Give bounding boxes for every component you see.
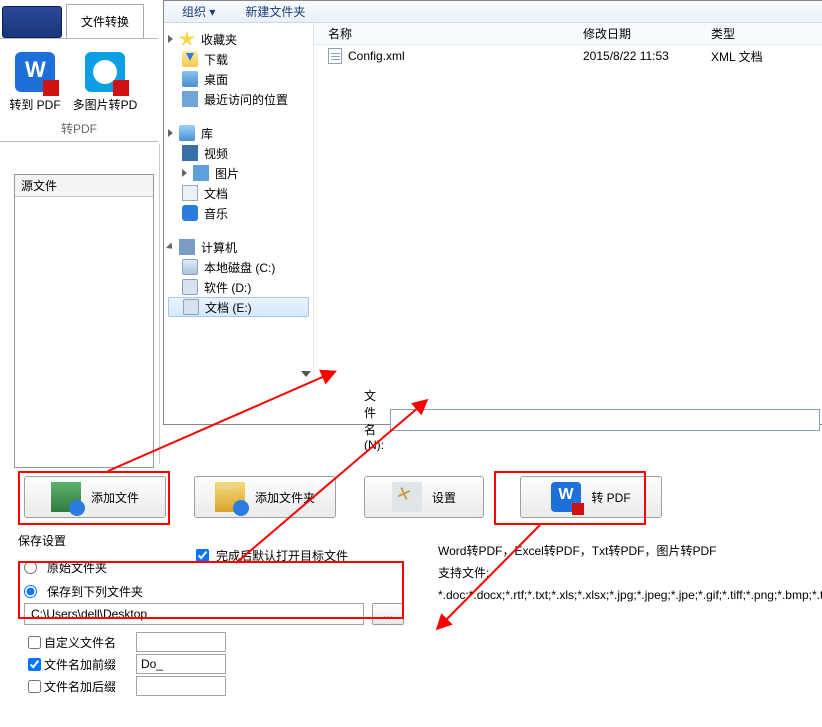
- pdf-badge-icon: [43, 80, 59, 96]
- supported-formats-info: Word转PDF，Excel转PDF，Txt转PDF，图片转PDF 支持文件: …: [438, 540, 818, 606]
- tree-music[interactable]: 音乐: [168, 203, 309, 223]
- add-folder-icon: [215, 482, 245, 512]
- tree-disk-d[interactable]: 软件 (D:): [168, 277, 309, 297]
- info-line: *.doc;*.docx;*.rtf;*.txt;*.xls;*.xlsx;*.…: [438, 584, 818, 606]
- tree-pictures[interactable]: 图片: [168, 163, 309, 183]
- divider: [0, 38, 158, 39]
- checkbox-open-after[interactable]: [196, 549, 209, 562]
- settings-button[interactable]: 设置: [364, 476, 484, 518]
- save-path-input[interactable]: C:\Users\dell\Desktop: [24, 603, 364, 625]
- disk-icon: [182, 279, 198, 295]
- tab-file-convert[interactable]: 文件转换: [66, 4, 144, 38]
- toolbar-new-folder[interactable]: 新建文件夹: [245, 3, 305, 20]
- suffix-input[interactable]: [136, 676, 226, 696]
- add-folder-button[interactable]: 添加文件夹: [194, 476, 336, 518]
- tree-recent[interactable]: 最近访问的位置: [168, 89, 309, 109]
- checkbox-custom-name[interactable]: [28, 636, 41, 649]
- checkbox-suffix[interactable]: [28, 680, 41, 693]
- radio-label: 保存到下列文件夹: [47, 583, 143, 600]
- checkbox-label: 完成后默认打开目标文件: [216, 547, 348, 564]
- desktop-icon: [182, 71, 198, 87]
- pdf-badge-icon: [113, 80, 129, 96]
- library-icon: [179, 125, 195, 141]
- app-menu-button[interactable]: [2, 6, 62, 38]
- checkbox-label: 自定义文件名: [44, 634, 116, 651]
- add-file-button[interactable]: 添加文件: [24, 476, 166, 518]
- col-date[interactable]: 修改日期: [569, 25, 697, 42]
- file-type: XML 文档: [697, 48, 797, 65]
- settings-icon: [392, 482, 422, 512]
- tool-label: 转到 PDF: [0, 96, 70, 113]
- filename-input[interactable]: [390, 409, 820, 431]
- radio-save-to-folder[interactable]: [24, 585, 37, 598]
- folder-tree[interactable]: 收藏夹 下载 桌面 最近访问的位置 库 视频 图片 文档 音乐 计算机 本地磁盘…: [164, 23, 314, 379]
- tree-documents[interactable]: 文档: [168, 183, 309, 203]
- star-icon: [179, 31, 195, 47]
- info-line: Word转PDF，Excel转PDF，Txt转PDF，图片转PDF: [438, 540, 818, 562]
- radio-original-folder[interactable]: [24, 561, 37, 574]
- tree-downloads[interactable]: 下载: [168, 49, 309, 69]
- browse-button[interactable]: ...: [372, 603, 404, 625]
- scroll-down-icon[interactable]: [301, 371, 311, 377]
- checkbox-prefix[interactable]: [28, 658, 41, 671]
- panel-title: 源文件: [15, 175, 153, 197]
- checkbox-label: 文件名加后缀: [44, 678, 116, 695]
- tree-disk-e[interactable]: 文档 (E:): [168, 297, 309, 317]
- tree-desktop[interactable]: 桌面: [168, 69, 309, 89]
- file-row[interactable]: Config.xml 2015/8/22 11:53 XML 文档: [314, 45, 822, 67]
- file-name: Config.xml: [348, 49, 405, 63]
- word-to-pdf-icon: [551, 482, 581, 512]
- recent-icon: [182, 91, 198, 107]
- tree-library[interactable]: 库: [168, 123, 309, 143]
- col-type[interactable]: 类型: [697, 25, 797, 42]
- info-line: 支持文件:: [438, 562, 818, 584]
- picture-icon: [193, 165, 209, 181]
- filename-label: 文件名(N):: [364, 387, 384, 452]
- file-list[interactable]: 名称 修改日期 类型 Config.xml 2015/8/22 11:53 XM…: [314, 23, 822, 379]
- checkbox-label: 文件名加前缀: [44, 656, 116, 673]
- file-date: 2015/8/22 11:53: [569, 49, 697, 63]
- convert-button[interactable]: 转 PDF: [520, 476, 662, 518]
- disk-icon: [183, 299, 199, 315]
- add-file-icon: [51, 482, 81, 512]
- xml-file-icon: [328, 48, 342, 64]
- radio-label: 原始文件夹: [47, 559, 107, 576]
- file-open-dialog: 组织 ▾ 新建文件夹 收藏夹 下载 桌面 最近访问的位置 库 视频 图片 文档 …: [163, 0, 822, 425]
- disk-icon: [182, 259, 198, 275]
- word-icon: [15, 52, 55, 92]
- tree-disk-c[interactable]: 本地磁盘 (C:): [168, 257, 309, 277]
- video-icon: [182, 145, 198, 161]
- document-icon: [182, 185, 198, 201]
- tab-label: 文件转换: [81, 13, 129, 30]
- custom-name-input[interactable]: [136, 632, 226, 652]
- prefix-input[interactable]: Do_: [136, 654, 226, 674]
- tree-computer[interactable]: 计算机: [168, 237, 309, 257]
- col-name[interactable]: 名称: [314, 25, 569, 42]
- music-icon: [182, 205, 198, 221]
- tree-videos[interactable]: 视频: [168, 143, 309, 163]
- toolbar-organize[interactable]: 组织 ▾: [182, 3, 215, 20]
- image-icon: [85, 52, 125, 92]
- ribbon-group-label: 转PDF: [0, 120, 158, 137]
- tool-label: 多图片转PD: [70, 96, 140, 113]
- tree-favorites[interactable]: 收藏夹: [168, 29, 309, 49]
- computer-icon: [179, 239, 195, 255]
- download-icon: [182, 51, 198, 67]
- source-files-panel: 源文件: [14, 174, 154, 468]
